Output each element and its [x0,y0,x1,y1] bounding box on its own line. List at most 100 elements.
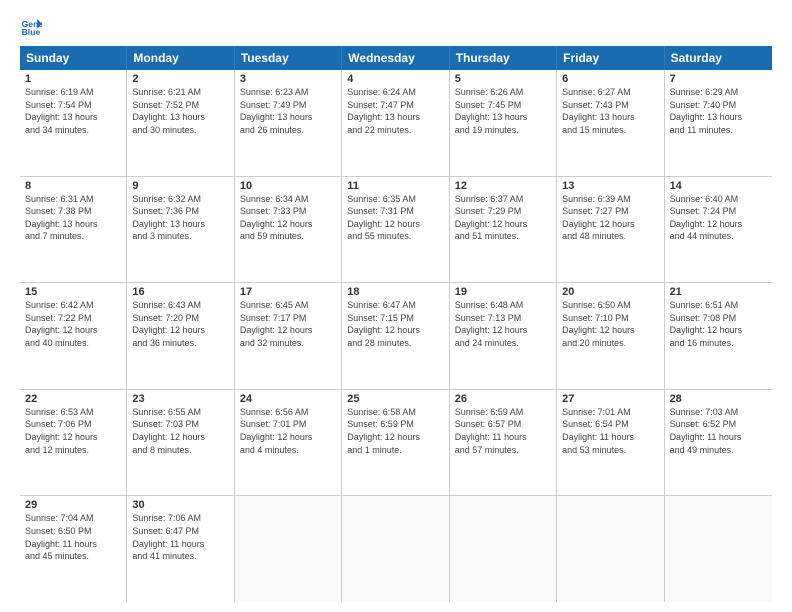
empty-cell [557,496,664,602]
day-cell-21: 21Sunrise: 6:51 AM Sunset: 7:08 PM Dayli… [665,283,772,389]
day-cell-14: 14Sunrise: 6:40 AM Sunset: 7:24 PM Dayli… [665,177,772,283]
day-info: Sunrise: 6:19 AM Sunset: 7:54 PM Dayligh… [25,86,121,136]
day-cell-25: 25Sunrise: 6:58 AM Sunset: 6:59 PM Dayli… [342,390,449,496]
empty-cell [665,496,772,602]
day-number: 7 [670,73,767,85]
day-cell-15: 15Sunrise: 6:42 AM Sunset: 7:22 PM Dayli… [20,283,127,389]
day-header-monday: Monday [127,46,234,70]
day-number: 30 [132,499,228,511]
day-info: Sunrise: 6:50 AM Sunset: 7:10 PM Dayligh… [562,299,658,349]
day-info: Sunrise: 6:48 AM Sunset: 7:13 PM Dayligh… [455,299,551,349]
day-info: Sunrise: 6:45 AM Sunset: 7:17 PM Dayligh… [240,299,336,349]
day-number: 11 [347,180,443,192]
day-number: 29 [25,499,121,511]
day-number: 1 [25,73,121,85]
day-cell-12: 12Sunrise: 6:37 AM Sunset: 7:29 PM Dayli… [450,177,557,283]
day-number: 4 [347,73,443,85]
day-number: 2 [132,73,228,85]
day-cell-24: 24Sunrise: 6:56 AM Sunset: 7:01 PM Dayli… [235,390,342,496]
day-number: 21 [670,286,767,298]
day-header-saturday: Saturday [665,46,772,70]
day-info: Sunrise: 6:24 AM Sunset: 7:47 PM Dayligh… [347,86,443,136]
day-cell-18: 18Sunrise: 6:47 AM Sunset: 7:15 PM Dayli… [342,283,449,389]
day-number: 13 [562,180,658,192]
day-number: 19 [455,286,551,298]
day-info: Sunrise: 6:37 AM Sunset: 7:29 PM Dayligh… [455,193,551,243]
day-info: Sunrise: 6:43 AM Sunset: 7:20 PM Dayligh… [132,299,228,349]
empty-cell [342,496,449,602]
day-number: 6 [562,73,658,85]
calendar-body: 1Sunrise: 6:19 AM Sunset: 7:54 PM Daylig… [20,70,772,602]
day-cell-4: 4Sunrise: 6:24 AM Sunset: 7:47 PM Daylig… [342,70,449,176]
day-info: Sunrise: 7:01 AM Sunset: 6:54 PM Dayligh… [562,406,658,456]
day-info: Sunrise: 6:23 AM Sunset: 7:49 PM Dayligh… [240,86,336,136]
day-number: 12 [455,180,551,192]
day-number: 22 [25,393,121,405]
day-cell-27: 27Sunrise: 7:01 AM Sunset: 6:54 PM Dayli… [557,390,664,496]
day-number: 18 [347,286,443,298]
day-number: 27 [562,393,658,405]
day-header-friday: Friday [557,46,664,70]
day-info: Sunrise: 6:51 AM Sunset: 7:08 PM Dayligh… [670,299,767,349]
calendar-page: General Blue SundayMondayTuesdayWednesda… [0,0,792,612]
day-info: Sunrise: 6:42 AM Sunset: 7:22 PM Dayligh… [25,299,121,349]
day-cell-9: 9Sunrise: 6:32 AM Sunset: 7:36 PM Daylig… [127,177,234,283]
day-info: Sunrise: 6:32 AM Sunset: 7:36 PM Dayligh… [132,193,228,243]
day-cell-16: 16Sunrise: 6:43 AM Sunset: 7:20 PM Dayli… [127,283,234,389]
day-number: 15 [25,286,121,298]
calendar-header: SundayMondayTuesdayWednesdayThursdayFrid… [20,46,772,70]
day-cell-19: 19Sunrise: 6:48 AM Sunset: 7:13 PM Dayli… [450,283,557,389]
day-info: Sunrise: 6:40 AM Sunset: 7:24 PM Dayligh… [670,193,767,243]
empty-cell [450,496,557,602]
day-number: 26 [455,393,551,405]
day-info: Sunrise: 6:39 AM Sunset: 7:27 PM Dayligh… [562,193,658,243]
day-number: 17 [240,286,336,298]
day-number: 5 [455,73,551,85]
calendar: SundayMondayTuesdayWednesdayThursdayFrid… [20,46,772,602]
day-info: Sunrise: 6:58 AM Sunset: 6:59 PM Dayligh… [347,406,443,456]
empty-cell [235,496,342,602]
week-row-5: 29Sunrise: 7:04 AM Sunset: 6:50 PM Dayli… [20,496,772,602]
svg-text:Blue: Blue [22,27,41,37]
day-info: Sunrise: 6:27 AM Sunset: 7:43 PM Dayligh… [562,86,658,136]
week-row-1: 1Sunrise: 6:19 AM Sunset: 7:54 PM Daylig… [20,70,772,177]
day-info: Sunrise: 6:34 AM Sunset: 7:33 PM Dayligh… [240,193,336,243]
day-cell-7: 7Sunrise: 6:29 AM Sunset: 7:40 PM Daylig… [665,70,772,176]
day-info: Sunrise: 6:53 AM Sunset: 7:06 PM Dayligh… [25,406,121,456]
day-cell-2: 2Sunrise: 6:21 AM Sunset: 7:52 PM Daylig… [127,70,234,176]
day-info: Sunrise: 6:35 AM Sunset: 7:31 PM Dayligh… [347,193,443,243]
logo-icon: General Blue [20,16,42,38]
day-cell-26: 26Sunrise: 6:59 AM Sunset: 6:57 PM Dayli… [450,390,557,496]
day-cell-30: 30Sunrise: 7:06 AM Sunset: 6:47 PM Dayli… [127,496,234,602]
day-header-sunday: Sunday [20,46,127,70]
day-header-thursday: Thursday [450,46,557,70]
day-cell-20: 20Sunrise: 6:50 AM Sunset: 7:10 PM Dayli… [557,283,664,389]
day-cell-28: 28Sunrise: 7:03 AM Sunset: 6:52 PM Dayli… [665,390,772,496]
day-info: Sunrise: 6:55 AM Sunset: 7:03 PM Dayligh… [132,406,228,456]
day-info: Sunrise: 7:04 AM Sunset: 6:50 PM Dayligh… [25,512,121,562]
day-cell-29: 29Sunrise: 7:04 AM Sunset: 6:50 PM Dayli… [20,496,127,602]
week-row-4: 22Sunrise: 6:53 AM Sunset: 7:06 PM Dayli… [20,390,772,497]
week-row-2: 8Sunrise: 6:31 AM Sunset: 7:38 PM Daylig… [20,177,772,284]
day-info: Sunrise: 6:29 AM Sunset: 7:40 PM Dayligh… [670,86,767,136]
day-info: Sunrise: 6:26 AM Sunset: 7:45 PM Dayligh… [455,86,551,136]
day-info: Sunrise: 6:56 AM Sunset: 7:01 PM Dayligh… [240,406,336,456]
day-cell-23: 23Sunrise: 6:55 AM Sunset: 7:03 PM Dayli… [127,390,234,496]
day-info: Sunrise: 6:47 AM Sunset: 7:15 PM Dayligh… [347,299,443,349]
day-cell-1: 1Sunrise: 6:19 AM Sunset: 7:54 PM Daylig… [20,70,127,176]
day-cell-13: 13Sunrise: 6:39 AM Sunset: 7:27 PM Dayli… [557,177,664,283]
day-info: Sunrise: 6:31 AM Sunset: 7:38 PM Dayligh… [25,193,121,243]
week-row-3: 15Sunrise: 6:42 AM Sunset: 7:22 PM Dayli… [20,283,772,390]
day-info: Sunrise: 6:21 AM Sunset: 7:52 PM Dayligh… [132,86,228,136]
day-cell-17: 17Sunrise: 6:45 AM Sunset: 7:17 PM Dayli… [235,283,342,389]
day-cell-5: 5Sunrise: 6:26 AM Sunset: 7:45 PM Daylig… [450,70,557,176]
day-header-tuesday: Tuesday [235,46,342,70]
day-info: Sunrise: 6:59 AM Sunset: 6:57 PM Dayligh… [455,406,551,456]
day-cell-6: 6Sunrise: 6:27 AM Sunset: 7:43 PM Daylig… [557,70,664,176]
day-cell-22: 22Sunrise: 6:53 AM Sunset: 7:06 PM Dayli… [20,390,127,496]
day-number: 16 [132,286,228,298]
day-number: 28 [670,393,767,405]
day-header-wednesday: Wednesday [342,46,449,70]
day-number: 23 [132,393,228,405]
day-number: 25 [347,393,443,405]
